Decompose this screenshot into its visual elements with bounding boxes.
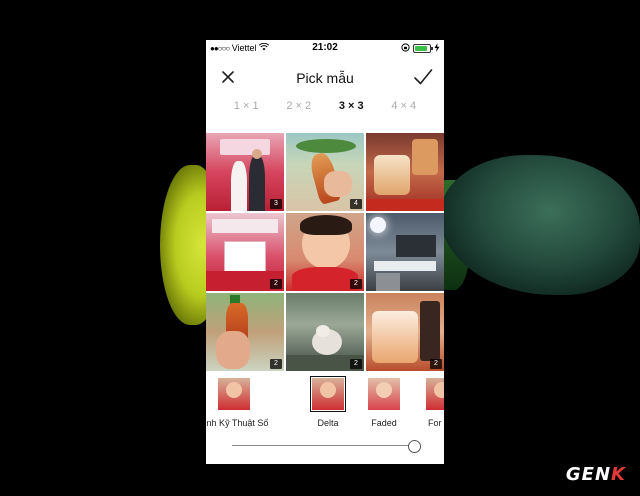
tab-1x1[interactable]: 1 × 1 (234, 100, 259, 118)
confirm-button[interactable] (412, 66, 434, 88)
photo-cell[interactable]: 2 (366, 293, 444, 371)
photo-count-badge: 4 (350, 199, 362, 209)
photo-count-badge: 2 (350, 279, 362, 289)
photo-cell[interactable]: 4 (286, 133, 364, 211)
filter-item[interactable]: Faded (354, 376, 414, 436)
photo-cell[interactable]: 3 (206, 133, 284, 211)
photo-cell[interactable] (366, 133, 444, 211)
tab-4x4[interactable]: 4 × 4 (391, 100, 416, 118)
background-leaf-blue-green (440, 155, 640, 295)
filter-strip: g Minh Kỹ Thuật Số Delta Faded For (206, 376, 444, 436)
filter-label: Delta (317, 418, 339, 428)
photo-count-badge: 2 (430, 359, 442, 369)
page-title: Pick mẫu (296, 70, 354, 86)
battery-icon (413, 44, 433, 53)
photo-cell[interactable] (366, 213, 444, 291)
nav-bar: Pick mẫu (206, 62, 444, 94)
filter-thumbnail (218, 378, 250, 410)
filter-item[interactable]: For (412, 376, 444, 436)
tab-2x2[interactable]: 2 × 2 (286, 100, 311, 118)
photo-count-badge: 3 (270, 199, 282, 209)
filter-label: g Minh Kỹ Thuật Số (206, 418, 269, 428)
filter-thumbnail (426, 378, 444, 410)
orientation-lock-icon (401, 43, 410, 54)
watermark-text: GEN (565, 464, 612, 485)
photo-count-badge: 2 (270, 279, 282, 289)
photo-count-badge: 2 (270, 359, 282, 369)
photo-cell[interactable]: 2 (286, 213, 364, 291)
watermark-logo: GENK (566, 464, 626, 485)
photo-cell[interactable]: 2 (286, 293, 364, 371)
filter-item[interactable]: g Minh Kỹ Thuật Số (206, 376, 268, 436)
checkmark-icon (414, 69, 433, 85)
status-bar: ●●○○○ Viettel 21:02 (206, 40, 444, 57)
photo-cell[interactable]: 2 (206, 213, 284, 291)
tab-3x3[interactable]: 3 × 3 (339, 100, 364, 118)
grid-size-tabs: 1 × 1 2 × 2 3 × 3 4 × 4 (206, 100, 444, 118)
filter-thumbnail (368, 378, 400, 410)
charging-icon (434, 43, 440, 54)
watermark-accent: K (611, 464, 626, 485)
photo-count-badge: 2 (350, 359, 362, 369)
status-right-group (401, 43, 440, 54)
filter-item[interactable]: Delta (298, 376, 358, 436)
photo-cell[interactable]: 2 (206, 293, 284, 371)
battery-fill (415, 46, 427, 51)
slider-track (232, 445, 414, 446)
slider-thumb[interactable] (408, 440, 421, 453)
intensity-slider[interactable] (232, 440, 421, 453)
filter-label: Faded (371, 418, 397, 428)
photo-grid: 3 4 2 2 2 2 2 (206, 133, 444, 371)
filter-thumbnail (310, 376, 346, 412)
phone-screen: ●●○○○ Viettel 21:02 Pick mẫu 1 × 1 2 × 2… (206, 40, 444, 464)
filter-label: For (428, 418, 442, 428)
